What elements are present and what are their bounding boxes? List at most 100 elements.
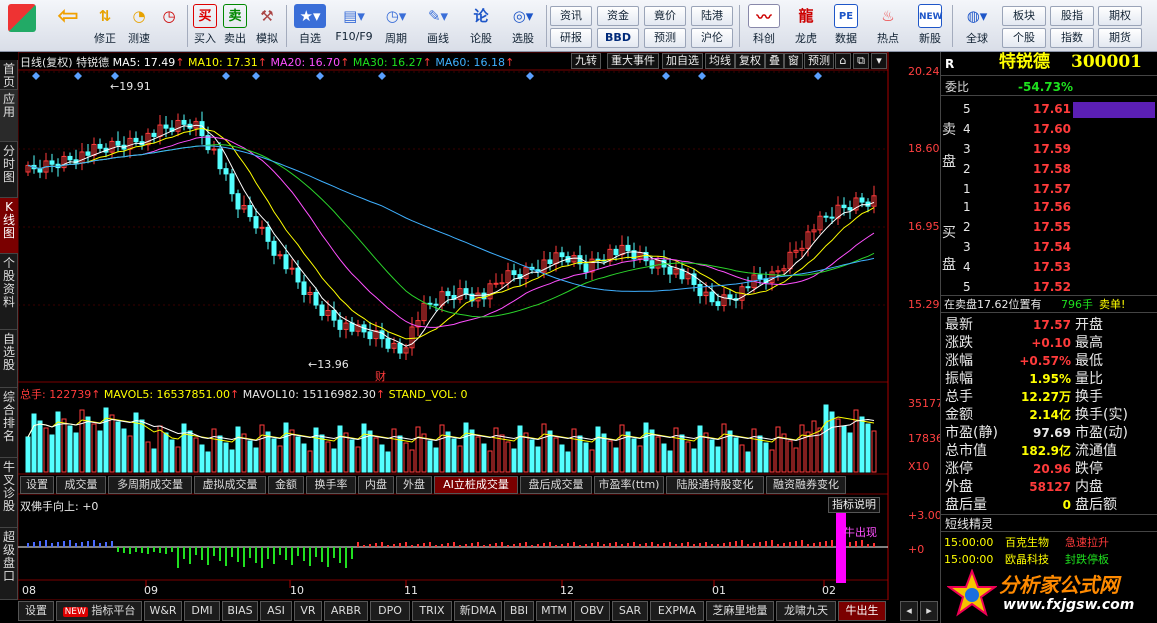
indicator-explain-button[interactable]: 指标说明 (828, 497, 880, 513)
bbd-button[interactable]: BBD (597, 28, 639, 48)
sell-level-row[interactable]: 4 17.60 (941, 120, 1157, 138)
period-button[interactable]: ◷▾ 周期 (376, 2, 416, 50)
event-diamond[interactable] (378, 72, 386, 80)
event-diamond[interactable] (698, 72, 706, 80)
dragon-tiger-button[interactable]: 龍龙虎 (788, 2, 824, 50)
buy-button[interactable]: 买买入 (190, 2, 220, 50)
bidding-button[interactable]: 竟价 (644, 6, 686, 26)
global-button[interactable]: ◍▾ 全球 (956, 2, 998, 50)
ma-setting-button[interactable]: 均线 (705, 53, 735, 69)
f10-button[interactable]: ▤▾ F10/F9 (332, 2, 376, 50)
ipo-button[interactable]: NEW 新股 (912, 2, 948, 50)
subtab-outer-volume[interactable]: 外盘 (396, 476, 432, 494)
bottom-tab-arbr[interactable]: ARBR (324, 601, 368, 621)
buy-level-row[interactable]: 2 17.55 (941, 218, 1157, 236)
left-tab-kline[interactable]: K线图 (0, 198, 18, 254)
subtab-ai-volume[interactable]: AI立桩成交量 (434, 476, 518, 494)
sell-level-row[interactable]: 1 17.57 (941, 180, 1157, 198)
event-diamond[interactable] (526, 72, 534, 80)
bottom-tab-bull[interactable]: 牛出生 (838, 601, 886, 621)
simulate-button[interactable]: ⚒ 模拟 (252, 2, 282, 50)
news-button[interactable]: 资讯 (550, 6, 592, 26)
bottom-tab-dpo[interactable]: DPO (370, 601, 410, 621)
index-button[interactable]: 指数 (1050, 28, 1094, 48)
expand-icon[interactable]: ⧉ (853, 53, 869, 69)
options-button[interactable]: 期权 (1098, 6, 1142, 26)
subtab-turnover[interactable]: 换手率 (306, 476, 356, 494)
left-tab-profile[interactable]: 个股资料 (0, 254, 18, 330)
tabs-scroll-left-icon[interactable]: ◂ (900, 601, 918, 621)
fix-button[interactable]: ⇅ 修正 (88, 2, 122, 50)
major-events-button[interactable]: 重大事件 (607, 53, 659, 69)
home-button[interactable] (4, 2, 40, 50)
bottom-tab-dmi[interactable]: DMI (184, 601, 220, 621)
add-watchlist-button[interactable]: 加自选 (662, 53, 703, 69)
left-tab-intraday[interactable]: 分时图 (0, 142, 18, 198)
sell-level-row[interactable]: 3 17.59 (941, 140, 1157, 158)
sell-button[interactable]: 卖卖出 (220, 2, 250, 50)
watchlist-button[interactable]: ★▾ 自选 (290, 2, 330, 50)
left-tab-ranking[interactable]: 综合排名 (0, 388, 18, 458)
bottom-tab-indicator-platform[interactable]: NEW 指标平台 (56, 601, 142, 621)
bottom-tab-obv[interactable]: OBV (574, 601, 610, 621)
buy-level-row[interactable]: 3 17.54 (941, 238, 1157, 256)
left-tab-home[interactable]: 首页 (0, 60, 18, 90)
bottom-tab-expma[interactable]: EXPMA (650, 601, 704, 621)
hk-connect-button[interactable]: 陆港 (691, 6, 733, 26)
forecast-button[interactable]: 预测 (644, 28, 686, 48)
adjust-button[interactable]: 复权 (735, 53, 765, 69)
timer-button[interactable]: ◷ (154, 2, 184, 50)
funds-button[interactable]: 资金 (597, 6, 639, 26)
subtab-margin-change[interactable]: 融资融券变化 (766, 476, 846, 494)
sector-button[interactable]: 板块 (1002, 6, 1046, 26)
subtab-connect-holdings[interactable]: 陆股通持股变化 (666, 476, 764, 494)
bottom-tab-bbi[interactable]: BBI (504, 601, 534, 621)
left-tab-orderbook[interactable]: 超级盘口 (0, 528, 18, 600)
event-diamond[interactable] (316, 72, 324, 80)
subtab-settings[interactable]: 设置 (20, 476, 54, 494)
kline-chart-panel[interactable]: 日线(复权) 特锐德 MA5: 17.49↑ MA10: 17.31↑ MA20… (18, 52, 943, 600)
buy-level-row[interactable]: 5 17.52 (941, 278, 1157, 296)
subtab-pe-ttm[interactable]: 市盈率(ttm) (594, 476, 664, 494)
subtab-amount[interactable]: 金额 (268, 476, 304, 494)
lock-icon[interactable]: ⌂ (835, 53, 851, 69)
bottom-tab-settings[interactable]: 设置 (18, 601, 54, 621)
subtab-volume[interactable]: 成交量 (56, 476, 106, 494)
nine-turn-button[interactable]: 九转 (571, 53, 601, 69)
event-diamond[interactable] (111, 72, 119, 80)
left-tab-watchlist[interactable]: 自选股 (0, 330, 18, 388)
subtab-inner-volume[interactable]: 内盘 (358, 476, 394, 494)
back-button[interactable]: ⇦ (50, 2, 86, 50)
subtab-multi-period-volume[interactable]: 多周期成交量 (108, 476, 192, 494)
bottom-tab-wr[interactable]: W&R (144, 601, 182, 621)
data-button[interactable]: PE 数据 (828, 2, 864, 50)
bottom-tab-vr[interactable]: VR (294, 601, 322, 621)
individual-stock-button[interactable]: 个股 (1002, 28, 1046, 48)
forum-button[interactable]: 论论股 (464, 2, 498, 50)
hotspot-button[interactable]: ♨ 热点 (870, 2, 906, 50)
bottom-tab-mtm[interactable]: MTM (536, 601, 572, 621)
left-tab-diagnosis[interactable]: 牛叉诊股 (0, 458, 18, 528)
star-market-button[interactable]: 〰科创 (744, 2, 784, 50)
financial-report-marker[interactable]: 财 (375, 368, 386, 384)
bottom-tab-sar[interactable]: SAR (612, 601, 648, 621)
draw-button[interactable]: ✎▾ 画线 (418, 2, 458, 50)
buy-level-row[interactable]: 1 17.56 (941, 198, 1157, 216)
window-button[interactable]: 窗 (784, 53, 803, 69)
forecast-tool-button[interactable]: 预测 (804, 53, 834, 69)
bottom-tab-sesame[interactable]: 芝麻里地量 (706, 601, 774, 621)
bottom-tab-trix[interactable]: TRIX (412, 601, 452, 621)
event-diamond[interactable] (222, 72, 230, 80)
event-diamond[interactable] (74, 72, 82, 80)
subtab-after-hours-volume[interactable]: 盘后成交量 (520, 476, 592, 494)
sell-level-row[interactable]: 5 17.61 (941, 100, 1157, 118)
tabs-scroll-right-icon[interactable]: ▸ (920, 601, 938, 621)
event-diamond[interactable] (814, 72, 822, 80)
bottom-tab-asi[interactable]: ASI (260, 601, 292, 621)
stock-futures-button[interactable]: 股指 (1050, 6, 1094, 26)
sprite-item[interactable]: 15:00:00 百克生物 急速拉升 (941, 534, 1157, 552)
research-button[interactable]: 研报 (550, 28, 592, 48)
event-diamond[interactable] (252, 72, 260, 80)
menu-dropdown-icon[interactable]: ▾ (871, 53, 887, 69)
event-diamond[interactable] (662, 72, 670, 80)
